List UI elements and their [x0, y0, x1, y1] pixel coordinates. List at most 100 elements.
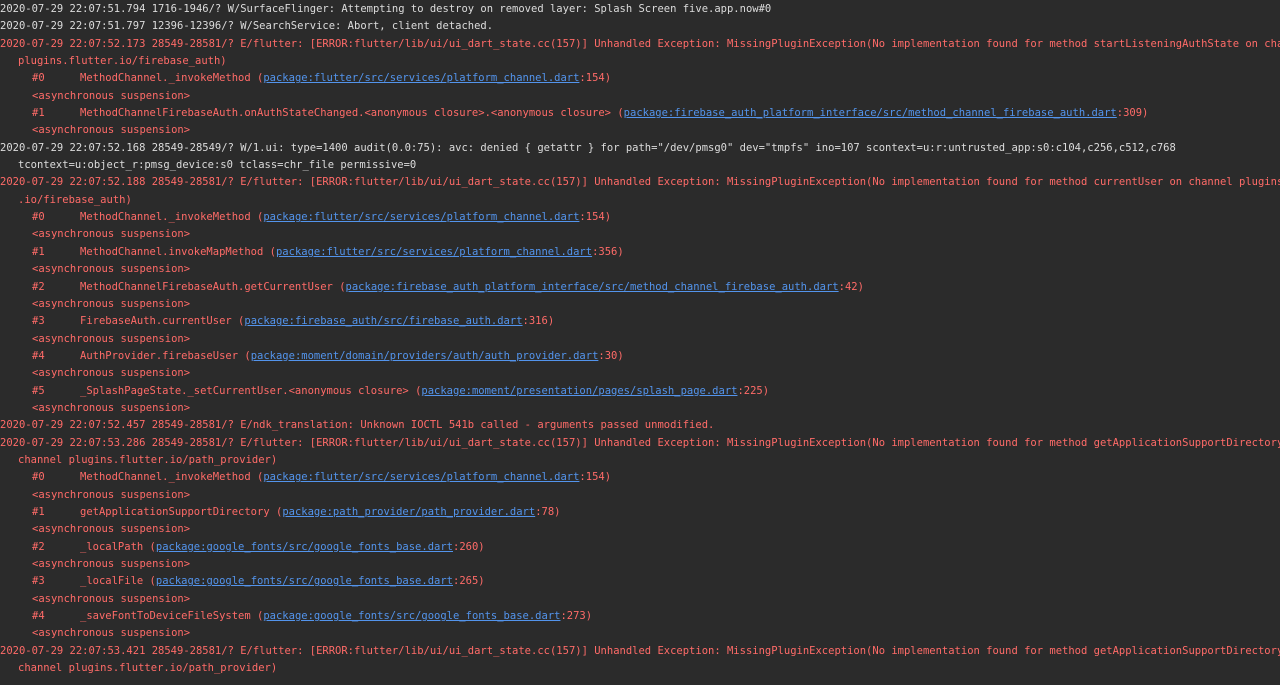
stack-frame-number: #0	[32, 211, 45, 224]
async-suspension-line: <asynchronous suspension>	[0, 591, 1280, 608]
stack-frame-number: #1	[32, 245, 45, 258]
log-line-text: tcontext=u:object_r:pmsg_device:s0 tclas…	[18, 159, 417, 172]
source-file-link[interactable]: package:flutter/src/services/platform_ch…	[263, 72, 579, 84]
stack-frame-line-number: :30)	[598, 349, 624, 362]
async-suspension-text: <asynchronous suspension>	[32, 488, 191, 501]
async-suspension-text: <asynchronous suspension>	[32, 558, 191, 570]
stack-frame-content: #5 _SplashPageState._setCurrentUser.<anon…	[32, 385, 769, 397]
stack-frame-method: _localPath	[80, 540, 144, 553]
source-file-link[interactable]: package:moment/presentation/pages/splash…	[421, 385, 737, 397]
async-suspension-text: <asynchronous suspension>	[32, 228, 191, 241]
log-line-continuation: plugins.flutter.io/firebase_auth)	[0, 53, 1280, 70]
log-line: 2020-07-29 22:07:52.457 28549-28581/? E/…	[0, 417, 1280, 434]
async-suspension-line: <asynchronous suspension>	[0, 400, 1280, 417]
stack-frame-line: #5 _SplashPageState._setCurrentUser.<anon…	[0, 383, 1280, 400]
stack-frame-method: MethodChannel._invokeMethod	[80, 72, 251, 85]
stack-frame-line: #2 MethodChannelFirebaseAuth.getCurrentUs…	[0, 279, 1280, 296]
stack-frame-content: #4 AuthProvider.firebaseUser (package:mom…	[32, 350, 624, 362]
stack-frame-content: #2 MethodChannelFirebaseAuth.getCurrentUs…	[32, 281, 864, 293]
log-line: 2020-07-29 22:07:53.421 28549-28581/? E/…	[0, 643, 1280, 660]
async-suspension-text: <asynchronous suspension>	[32, 401, 191, 414]
log-line-continuation: .io/firebase_auth)	[0, 192, 1280, 209]
async-suspension-text: <asynchronous suspension>	[32, 627, 191, 640]
source-file-link[interactable]: package:google_fonts/src/google_fonts_ba…	[156, 575, 453, 587]
source-file-link[interactable]: package:firebase_auth_platform_interface…	[346, 281, 839, 293]
stack-frame-number: #2	[32, 280, 45, 293]
log-line-text: channel plugins.flutter.io/path_provider…	[18, 662, 278, 675]
async-suspension-text: <asynchronous suspension>	[32, 332, 191, 345]
stack-frame-content: #4 _saveFontToDeviceFileSystem (package:g…	[32, 610, 592, 622]
stack-frame-line-number: :260)	[453, 540, 485, 553]
async-suspension-line: <asynchronous suspension>	[0, 521, 1280, 538]
stack-frame-content: #3 _localFile (package:google_fonts/src/g…	[32, 575, 485, 587]
async-suspension-line: <asynchronous suspension>	[0, 88, 1280, 105]
stack-frame-number: #0	[32, 72, 45, 85]
stack-frame-content: #1 MethodChannel.invokeMapMethod (package…	[32, 246, 624, 258]
stack-frame-number: #4	[32, 610, 45, 623]
source-file-link[interactable]: package:moment/domain/providers/auth/aut…	[251, 350, 599, 362]
stack-frame-line-number: :42)	[838, 280, 864, 293]
log-line: 2020-07-29 22:07:51.794 1716-1946/? W/Su…	[0, 1, 1280, 18]
async-suspension-line: <asynchronous suspension>	[0, 365, 1280, 382]
stack-frame-content: #1 MethodChannelFirebaseAuth.onAuthStateC…	[32, 107, 1148, 119]
stack-frame-line-number: :154)	[579, 471, 612, 484]
async-suspension-line: <asynchronous suspension>	[0, 625, 1280, 642]
source-file-link[interactable]: package:google_fonts/src/google_fonts_ba…	[263, 610, 560, 622]
source-file-link[interactable]: package:firebase_auth/src/firebase_auth.…	[244, 315, 522, 327]
log-line-text: 2020-07-29 22:07:52.188 28549-28581/? E/…	[0, 176, 1280, 189]
stack-frame-method: _localFile	[80, 575, 144, 588]
stack-frame-number: #1	[32, 505, 45, 518]
stack-frame-method: MethodChannelFirebaseAuth.getCurrentUser	[80, 280, 333, 293]
source-file-link[interactable]: package:flutter/src/services/platform_ch…	[263, 211, 579, 223]
stack-frame-line: #1 MethodChannelFirebaseAuth.onAuthStateC…	[0, 105, 1280, 122]
stack-frame-content: #0 MethodChannel._invokeMethod (package:f…	[32, 72, 611, 84]
stack-frame-number: #4	[32, 349, 45, 362]
async-suspension-text: <asynchronous suspension>	[32, 367, 191, 380]
log-line-text: 2020-07-29 22:07:51.794 1716-1946/? W/Su…	[0, 3, 772, 15]
log-line-text: 2020-07-29 22:07:52.457 28549-28581/? E/…	[0, 419, 715, 432]
stack-frame-method: AuthProvider.firebaseUser	[80, 349, 239, 362]
log-line-text: 2020-07-29 22:07:52.173 28549-28581/? E/…	[0, 37, 1280, 50]
log-line-text: plugins.flutter.io/firebase_auth)	[18, 55, 227, 68]
async-suspension-text: <asynchronous suspension>	[32, 592, 191, 605]
stack-frame-line: #3 _localFile (package:google_fonts/src/g…	[0, 573, 1280, 590]
stack-frame-content: #0 MethodChannel._invokeMethod (package:f…	[32, 211, 611, 223]
log-line: 2020-07-29 22:07:52.188 28549-28581/? E/…	[0, 174, 1280, 191]
log-line-text: 2020-07-29 22:07:53.421 28549-28581/? E/…	[0, 644, 1280, 657]
stack-frame-line-number: :225)	[737, 384, 770, 397]
stack-frame-line: #0MethodChannel._invokeMethod (package:f…	[0, 209, 1280, 226]
log-line-text: 2020-07-29 22:07:52.168 28549-28549/? W/…	[0, 141, 1176, 154]
stack-frame-method: MethodChannel._invokeMethod	[80, 471, 251, 484]
stack-frame-method: MethodChannel._invokeMethod	[80, 211, 251, 224]
source-file-link[interactable]: package:firebase_auth_platform_interface…	[624, 107, 1117, 119]
stack-frame-line-number: :265)	[453, 575, 485, 588]
source-file-link[interactable]: package:flutter/src/services/platform_ch…	[263, 471, 579, 483]
stack-frame-content: #3 FirebaseAuth.currentUser (package:fire…	[32, 315, 554, 327]
stack-frame-number: #0	[32, 471, 45, 484]
async-suspension-text: <asynchronous suspension>	[32, 124, 191, 137]
source-file-link[interactable]: package:path_provider/path_provider.dart	[282, 506, 535, 518]
stack-frame-method: MethodChannel.invokeMapMethod	[80, 245, 264, 258]
stack-frame-number: #2	[32, 540, 45, 553]
stack-frame-line-number: :309)	[1116, 107, 1149, 120]
stack-frame-line: #0MethodChannel._invokeMethod (package:f…	[0, 70, 1280, 87]
source-file-link[interactable]: package:flutter/src/services/platform_ch…	[276, 246, 592, 258]
stack-frame-line: #3 FirebaseAuth.currentUser (package:fire…	[0, 313, 1280, 330]
stack-frame-line: #1 MethodChannel.invokeMapMethod (package…	[0, 244, 1280, 261]
log-line-continuation: channel plugins.flutter.io/path_provider…	[0, 452, 1280, 469]
stack-frame-line-number: :78)	[535, 505, 561, 518]
async-suspension-line: <asynchronous suspension>	[0, 487, 1280, 504]
log-line: 2020-07-29 22:07:51.797 12396-12396/? W/…	[0, 18, 1280, 35]
stack-frame-content: #1 getApplicationSupportDirectory (packag…	[32, 506, 560, 518]
source-file-link[interactable]: package:google_fonts/src/google_fonts_ba…	[156, 541, 453, 553]
stack-frame-line-number: :356)	[592, 245, 624, 258]
logcat-console[interactable]: 2020-07-29 22:07:51.794 1716-1946/? W/Su…	[0, 0, 1280, 685]
stack-frame-number: #1	[32, 107, 45, 120]
log-line-continuation: tcontext=u:object_r:pmsg_device:s0 tclas…	[0, 157, 1280, 174]
stack-frame-line: #0MethodChannel._invokeMethod (package:f…	[0, 469, 1280, 486]
stack-frame-line: #4 AuthProvider.firebaseUser (package:mom…	[0, 348, 1280, 365]
log-line: 2020-07-29 22:07:53.286 28549-28581/? E/…	[0, 435, 1280, 452]
stack-frame-method: getApplicationSupportDirectory	[80, 505, 270, 518]
async-suspension-line: <asynchronous suspension>	[0, 556, 1280, 573]
stack-frame-method: MethodChannelFirebaseAuth.onAuthStateCha…	[80, 107, 612, 120]
